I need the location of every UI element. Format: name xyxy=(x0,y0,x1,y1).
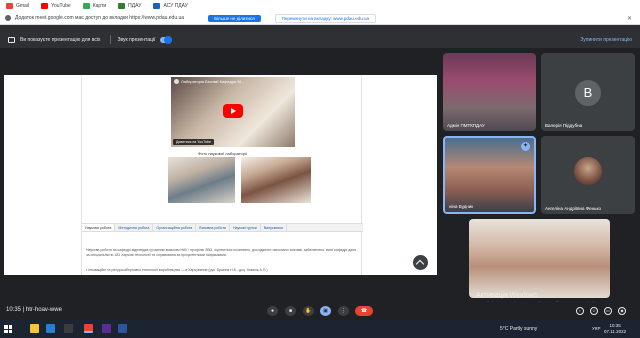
page-tabs: Наукова робота Методична робота Організа… xyxy=(82,223,363,232)
meeting-code: htr-hoav-wwe xyxy=(25,307,62,313)
chat-icon[interactable]: ▭ xyxy=(604,307,612,315)
windows-start-icon[interactable] xyxy=(4,325,12,333)
group-photo xyxy=(241,157,311,203)
more-options-button[interactable]: ⋮ xyxy=(338,306,349,316)
raise-hand-button[interactable]: ✋ xyxy=(303,306,314,316)
system-clock[interactable]: 10:35 07.11.2022 xyxy=(604,323,626,335)
youtube-icon xyxy=(41,3,49,9)
app-icon[interactable] xyxy=(64,324,73,333)
meeting-controls: 10:35 | htr-hoav-wwe ● ■ ✋ ▣ ⋮ ☎ i ☺ ▭ ◆ xyxy=(0,302,640,320)
stop-presenting-link[interactable]: Зупинити презентацію xyxy=(580,37,632,43)
avatar: B xyxy=(575,80,601,106)
hand-icon: ✋ xyxy=(305,308,312,314)
bookmark-asu-pdau[interactable]: АСУ ПДАУ xyxy=(153,3,188,9)
tab-research[interactable]: Наукова робота xyxy=(82,224,116,231)
leave-call-button[interactable]: ☎ xyxy=(355,306,373,316)
sharing-message: Додаток meet.google.com має доступ до вк… xyxy=(15,15,185,21)
present-icon: ▣ xyxy=(323,308,328,314)
participant-name: Адмін ПМТКПДАУ xyxy=(447,123,485,128)
participant-tile-active[interactable]: ✦ ніна Будник xyxy=(443,136,536,214)
watch-on-youtube[interactable]: Дивитися на YouTube xyxy=(173,139,214,145)
channel-avatar xyxy=(174,79,179,84)
divider xyxy=(110,35,112,44)
participant-tile[interactable]: Ангеліна Андріївна Фенько xyxy=(541,136,635,214)
pdau-icon xyxy=(118,3,126,9)
language-indicator[interactable]: УКР xyxy=(592,326,600,331)
research-paragraph: Наукова робота на кафедрі відповідає суч… xyxy=(86,248,357,257)
word-icon[interactable] xyxy=(118,324,127,333)
scroll-up-button[interactable] xyxy=(413,255,428,270)
watermark-title: Активація Windows xyxy=(476,292,539,299)
presentation-bar: Ви показуєте презентацію для всіх Звук п… xyxy=(0,31,640,48)
sound-toggle[interactable] xyxy=(160,35,173,44)
info-icon xyxy=(5,15,11,21)
activities-icon[interactable]: ◆ xyxy=(618,307,626,315)
clock-date: 07.11.2022 xyxy=(604,329,627,334)
switch-tab-button[interactable]: Перемкнути на вкладку: www.pdau.edu.ua xyxy=(274,13,376,23)
shared-screen: Лабораторія Біохімії Кафедри М... Дивити… xyxy=(4,75,437,275)
bookmark-maps[interactable]: Карти xyxy=(82,3,106,9)
tab-circles[interactable]: Наукові гуртки xyxy=(230,224,261,231)
pin-icon[interactable]: ✦ xyxy=(521,142,530,151)
avatar xyxy=(574,157,602,185)
shared-webpage: Лабораторія Біохімії Кафедри М... Дивити… xyxy=(81,75,363,275)
gmail-icon xyxy=(6,3,13,9)
bookmark-youtube[interactable]: YouTube xyxy=(41,3,71,9)
info-icon[interactable]: i xyxy=(576,307,584,315)
sound-label: Звук презентації xyxy=(117,36,156,43)
presenting-message: Ви показуєте презентацію для всіх xyxy=(20,36,101,43)
onenote-icon[interactable] xyxy=(102,324,111,333)
video-title: Лабораторія Біохімії Кафедри М... xyxy=(181,79,245,84)
meeting-info: 10:35 | htr-hoav-wwe xyxy=(6,307,62,313)
play-icon[interactable] xyxy=(223,104,243,118)
weather-widget[interactable]: 5°C Partly sunny xyxy=(500,326,537,332)
edge-icon[interactable] xyxy=(46,324,55,333)
self-view-tile[interactable] xyxy=(469,219,610,298)
present-button[interactable]: ▣ xyxy=(320,306,331,316)
windows-taskbar: 5°C Partly sunny УКР 10:35 07.11.2022 xyxy=(0,320,640,338)
bookmark-pdau[interactable]: ПДАУ xyxy=(118,3,141,9)
mic-icon: ● xyxy=(270,308,275,314)
tab-graduates[interactable]: Випускники xyxy=(261,224,287,231)
bookmark-gmail[interactable]: Gmail xyxy=(6,3,29,9)
people-icon[interactable]: ☺ xyxy=(590,307,598,315)
file-explorer-icon[interactable] xyxy=(30,324,39,333)
camera-button[interactable]: ■ xyxy=(285,306,296,316)
separator: | xyxy=(22,307,25,313)
chrome-icon[interactable] xyxy=(84,324,93,333)
participant-name: Ангеліна Андріївна Фенько xyxy=(545,206,602,211)
phone-hangup-icon: ☎ xyxy=(360,308,368,314)
tab-organizational[interactable]: Організаційна робота xyxy=(153,224,197,231)
tab-methodical[interactable]: Методична робота xyxy=(115,224,154,231)
sharing-infobar: Додаток meet.google.com має доступ до вк… xyxy=(0,12,640,25)
photo-caption: Фото наукової лабораторії xyxy=(198,151,247,156)
mic-button[interactable]: ● xyxy=(267,306,278,316)
participant-name: ніна Будник xyxy=(449,204,474,209)
bookmarks-bar: Gmail YouTube Карти ПДАУ АСУ ПДАУ xyxy=(0,0,640,12)
close-icon[interactable]: ✕ xyxy=(627,15,632,22)
present-screen-icon xyxy=(8,36,15,43)
stop-sharing-button[interactable]: Більше не ділитися xyxy=(208,14,261,22)
tab-educational[interactable]: Виховна робота xyxy=(196,224,230,231)
more-vert-icon: ⋮ xyxy=(341,308,346,314)
participant-tile[interactable]: Адмін ПМТКПДАУ xyxy=(443,53,536,131)
maps-icon xyxy=(82,3,90,9)
participant-name: Валерія Піддубна xyxy=(545,123,583,128)
meeting-time: 10:35 xyxy=(6,307,22,313)
video-title-bar: Лабораторія Біохімії Кафедри М... xyxy=(174,79,292,84)
participant-tile[interactable]: B Валерія Піддубна xyxy=(541,53,635,131)
camera-icon: ■ xyxy=(288,308,293,314)
youtube-embed[interactable]: Лабораторія Біохімії Кафедри М... Дивити… xyxy=(171,77,295,147)
lab-photo xyxy=(168,157,235,203)
research-bullet: • інноваційні та ресурсозберігаючі техно… xyxy=(86,268,268,272)
asu-icon xyxy=(153,3,161,9)
